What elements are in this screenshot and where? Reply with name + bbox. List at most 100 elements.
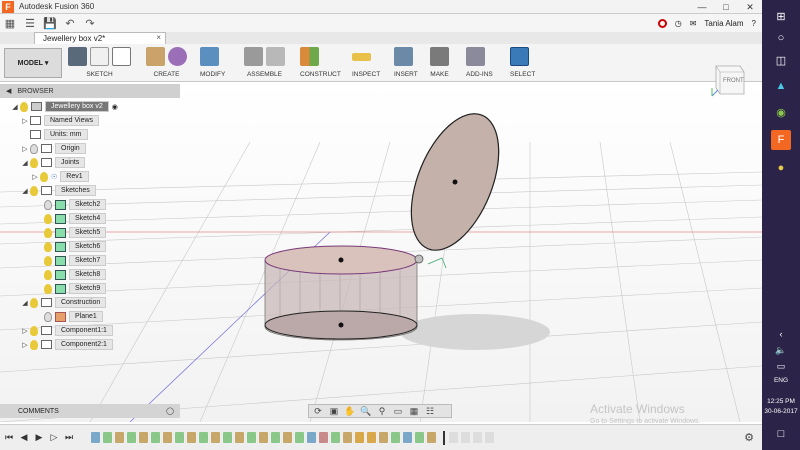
visibility-bulb-icon[interactable] — [44, 199, 52, 210]
timeline-feature[interactable] — [283, 432, 292, 443]
expand-arrow-icon[interactable]: ◢ — [20, 187, 30, 195]
timeline-feature-suppressed[interactable] — [473, 432, 482, 443]
pan-hand-icon[interactable]: ✋ — [344, 406, 355, 416]
tree-node-sketch[interactable]: Sketch7 — [44, 254, 107, 267]
comments-panel[interactable]: COMMENTS ◯ — [0, 404, 180, 418]
timeline-feature[interactable] — [307, 432, 316, 443]
timeline-feature[interactable] — [367, 432, 376, 443]
expand-arrow-icon[interactable]: ▷ — [20, 327, 30, 335]
google-drive-icon[interactable]: ▲ — [771, 76, 791, 96]
expand-arrow-icon[interactable]: ◢ — [10, 103, 20, 111]
press-pull-icon[interactable] — [200, 47, 219, 66]
close-button[interactable]: ✕ — [738, 0, 762, 14]
zoom-icon[interactable]: 🔍 — [360, 406, 371, 416]
tree-node-plane[interactable]: Plane1 — [44, 310, 103, 323]
language-indicator[interactable]: ENG — [762, 377, 800, 384]
tree-node-sketches[interactable]: ◢ Sketches — [20, 184, 96, 197]
sketch-group[interactable]: SKETCH — [68, 47, 131, 81]
assemble-group[interactable]: ASSEMBLE — [244, 47, 285, 81]
redo-icon[interactable]: ↷ — [80, 15, 100, 31]
go-to-start-icon[interactable]: ⏮ — [3, 432, 15, 443]
add-ins-group[interactable]: ADD-INS — [466, 47, 493, 81]
timeline-feature[interactable] — [379, 432, 388, 443]
timeline-feature[interactable] — [295, 432, 304, 443]
timeline-feature[interactable] — [415, 432, 424, 443]
visibility-bulb-icon[interactable] — [30, 143, 38, 154]
visibility-bulb-icon[interactable] — [44, 311, 52, 322]
timeline-feature[interactable] — [271, 432, 280, 443]
visibility-bulb-icon[interactable] — [30, 339, 38, 350]
timeline-feature-suppressed[interactable] — [485, 432, 494, 443]
visibility-bulb-icon[interactable] — [44, 213, 52, 224]
step-forward-icon[interactable]: ▷ — [48, 432, 60, 443]
battery-icon[interactable]: ▭ — [771, 356, 791, 376]
tab-close-icon[interactable]: × — [156, 33, 161, 42]
tree-node-sketch[interactable]: Sketch6 — [44, 240, 107, 253]
file-menu-icon[interactable]: ☰ — [20, 15, 40, 31]
chrome-icon[interactable]: ● — [771, 158, 791, 178]
timeline-feature[interactable] — [91, 432, 100, 443]
timeline-feature[interactable] — [115, 432, 124, 443]
timeline-feature[interactable] — [139, 432, 148, 443]
timeline-feature[interactable] — [235, 432, 244, 443]
display-settings-icon[interactable]: ▭ — [393, 406, 403, 416]
expand-arrow-icon[interactable]: ◢ — [20, 159, 30, 167]
make-group[interactable]: MAKE — [430, 47, 449, 81]
3d-print-icon[interactable] — [430, 47, 449, 66]
tree-node-root[interactable]: ◢ Jewellery box v2 ◉ — [10, 100, 118, 113]
step-back-icon[interactable]: ◀ — [18, 432, 30, 443]
tree-node-joints[interactable]: ◢ Joints — [20, 156, 86, 169]
visibility-bulb-icon[interactable] — [40, 171, 48, 182]
expand-arrow-icon[interactable]: ▷ — [20, 117, 30, 125]
workspace-switcher[interactable]: MODEL ▾ — [4, 48, 62, 78]
visibility-bulb-icon[interactable] — [20, 101, 28, 112]
visibility-bulb-icon[interactable] — [30, 325, 38, 336]
joint-icon[interactable] — [266, 47, 285, 66]
timeline-feature[interactable] — [163, 432, 172, 443]
timeline-marker-icon[interactable] — [443, 430, 445, 445]
save-icon[interactable]: 💾 — [40, 15, 60, 31]
timeline-feature[interactable] — [187, 432, 196, 443]
timeline-feature[interactable] — [223, 432, 232, 443]
construct-group[interactable]: CONSTRUCT — [300, 47, 341, 81]
viewports-icon[interactable]: ☷ — [425, 406, 435, 416]
go-to-end-icon[interactable]: ⏭ — [63, 432, 75, 443]
add-comment-icon[interactable]: ◯ — [166, 407, 174, 415]
insert-group[interactable]: INSERT — [394, 47, 418, 81]
create-group[interactable]: CREATE — [146, 47, 187, 81]
fusion-360-taskbar-icon[interactable]: F — [771, 130, 791, 150]
view-cube[interactable]: FRONT — [710, 58, 748, 98]
maximize-button[interactable]: □ — [714, 0, 738, 14]
user-name[interactable]: Tania Alam — [704, 19, 743, 28]
timeline-feature[interactable] — [427, 432, 436, 443]
timeline-feature[interactable] — [259, 432, 268, 443]
tree-node-sketch[interactable]: Sketch9 — [44, 282, 107, 295]
tree-node-origin[interactable]: ▷ Origin — [20, 142, 86, 155]
task-view-icon[interactable]: ◫ — [771, 50, 791, 70]
timeline-settings-icon[interactable]: ⚙ — [744, 431, 754, 444]
look-at-icon[interactable]: ▣ — [329, 406, 339, 416]
visibility-bulb-icon[interactable] — [30, 185, 38, 196]
app-icon[interactable]: ◉ — [771, 102, 791, 122]
line-icon[interactable] — [90, 47, 109, 66]
tree-node-component[interactable]: ▷ Component2:1 — [20, 338, 113, 351]
timeline-feature[interactable] — [403, 432, 412, 443]
grid-settings-icon[interactable]: ▦ — [409, 406, 419, 416]
expand-arrow-icon[interactable]: ◢ — [20, 299, 30, 307]
timeline-feature[interactable] — [211, 432, 220, 443]
browser-header[interactable]: ◀ BROWSER — [0, 84, 180, 98]
collapse-icon[interactable]: ◀ — [6, 87, 11, 95]
expand-arrow-icon[interactable]: ▷ — [30, 173, 40, 181]
insert-image-icon[interactable] — [394, 47, 413, 66]
document-tab[interactable]: Jewellery box v2* × — [34, 32, 166, 44]
notifications-icon[interactable]: ✉ — [690, 19, 697, 28]
start-menu-icon[interactable]: ⊞ — [771, 6, 791, 26]
minimize-button[interactable]: — — [690, 0, 714, 14]
scripts-icon[interactable] — [466, 47, 485, 66]
timeline-feature[interactable] — [127, 432, 136, 443]
expand-arrow-icon[interactable]: ▷ — [20, 341, 30, 349]
timeline-feature[interactable] — [319, 432, 328, 443]
sphere-mesh-icon[interactable] — [168, 47, 187, 66]
radio-active-icon[interactable]: ◉ — [112, 103, 118, 111]
edit-sketch-icon[interactable] — [68, 47, 87, 66]
